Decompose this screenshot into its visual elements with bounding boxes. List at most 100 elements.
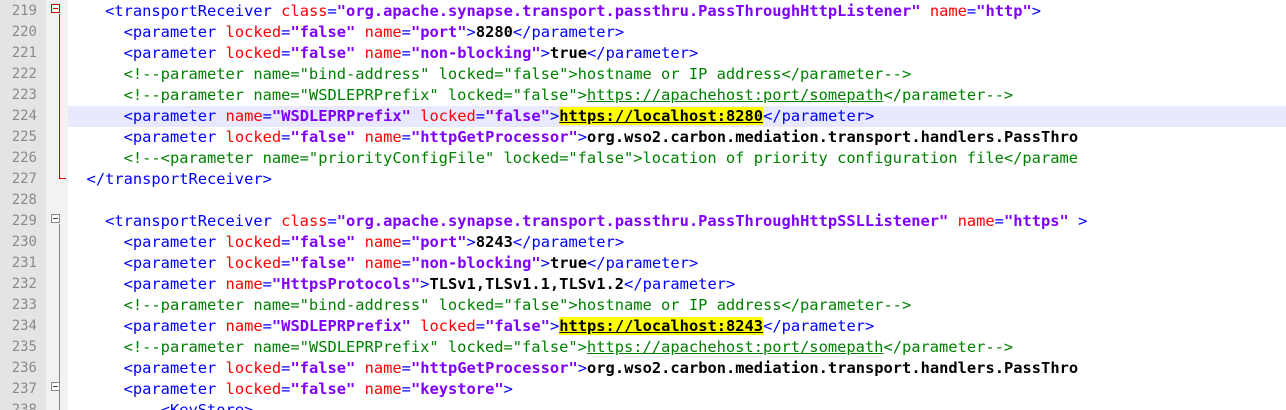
code-line[interactable]: 225 <parameter locked="false" name="http… [0,127,1286,148]
code-token: </parameter> [763,317,875,335]
line-number: 234 [11,318,37,334]
code-line[interactable]: 230 <parameter locked="false" name="port… [0,232,1286,253]
code-line[interactable]: 228 [0,190,1286,211]
code-token: "https" [1003,212,1069,230]
url-link[interactable]: https://apachehost:port/somepath [587,86,884,104]
code-text[interactable]: <!--parameter name="bind-address" locked… [68,64,1286,85]
line-number: 219 [11,3,37,19]
code-token: <!--parameter name="WSDLEPRPrefix" locke… [123,86,587,104]
code-line[interactable]: 232 <parameter name="HttpsProtocols">TLS… [0,274,1286,295]
code-text[interactable]: <parameter locked="false" name="port">82… [68,22,1286,43]
line-number: 233 [11,297,37,313]
code-token: "false" [290,23,356,41]
code-line[interactable]: 219 <transportReceiver class="org.apache… [0,1,1286,22]
code-token: <parameter [123,380,217,398]
code-text[interactable]: <!--<parameter name="priorityConfigFile"… [68,148,1286,169]
code-line[interactable]: 227 </transportReceiver> [0,169,1286,190]
code-text[interactable] [68,190,1286,211]
code-line[interactable]: 226 <!--<parameter name="priorityConfigF… [0,148,1286,169]
code-token: <parameter [123,128,217,146]
code-text[interactable]: <parameter name="WSDLEPRPrefix" locked="… [68,106,1286,127]
code-token: 8243 [475,233,513,251]
code-token: <!--parameter name="bind-address" locked… [123,65,912,83]
code-line[interactable]: 222 <!--parameter name="bind-address" lo… [0,64,1286,85]
code-token: = [401,44,411,62]
fold-guide-line [59,14,60,179]
code-text[interactable]: <KeyStore> [68,400,1286,410]
code-line[interactable]: 234 <parameter name="WSDLEPRPrefix" lock… [0,316,1286,337]
code-token: true [549,254,588,272]
code-token: </parameter> [624,275,736,293]
code-token: name [216,107,263,125]
code-line[interactable]: 233 <!--parameter name="bind-address" lo… [0,295,1286,316]
code-token: <parameter [123,254,217,272]
code-token: "false" [290,44,356,62]
code-token: class [271,212,328,230]
code-text[interactable]: </transportReceiver> [68,169,1286,190]
code-token: > [466,23,476,41]
code-token: "org.apache.synapse.transport.passthru.P… [336,2,921,20]
code-line[interactable]: 238 <KeyStore> [0,400,1286,410]
code-text[interactable]: <parameter locked="false" name="keystore… [68,379,1286,400]
code-text[interactable]: <parameter locked="false" name="non-bloc… [68,43,1286,64]
code-token: 8280 [475,23,513,41]
code-text[interactable]: <parameter name="WSDLEPRPrefix" locked="… [68,316,1286,337]
code-token: "port" [410,23,467,41]
code-token: name [355,44,402,62]
code-token: org.wso2.carbon.mediation.transport.hand… [587,128,1079,146]
code-text[interactable]: <parameter locked="false" name="httpGetP… [68,358,1286,379]
code-token: = [401,254,411,272]
line-number: 230 [11,234,37,250]
code-line[interactable]: 221 <parameter locked="false" name="non-… [0,43,1286,64]
code-text[interactable]: <parameter name="HttpsProtocols">TLSv1,T… [68,274,1286,295]
url-link[interactable]: https://apachehost:port/somepath [587,338,884,356]
url-link[interactable]: https://localhost:8280 [559,107,764,125]
code-text[interactable]: <!--parameter name="bind-address" locked… [68,295,1286,316]
code-token: "WSDLEPRPrefix" [271,317,411,335]
code-token: <parameter [123,359,217,377]
code-text[interactable]: <parameter locked="false" name="httpGetP… [68,127,1286,148]
fold-toggle-icon[interactable] [51,4,60,13]
code-token: "httpGetProcessor" [410,128,578,146]
url-link[interactable]: https://localhost:8243 [559,317,764,335]
code-text[interactable]: <!--parameter name="WSDLEPRPrefix" locke… [68,337,1286,358]
code-line[interactable]: 223 <!--parameter name="WSDLEPRPrefix" l… [0,85,1286,106]
code-token: class [271,2,328,20]
code-token: > [577,359,588,377]
code-line[interactable]: 236 <parameter locked="false" name="http… [0,358,1286,379]
code-token: <parameter [123,23,217,41]
code-token: > [540,254,550,272]
code-editor[interactable]: 219 <transportReceiver class="org.apache… [0,0,1286,410]
code-line[interactable]: 224 <parameter name="WSDLEPRPrefix" lock… [0,106,1286,127]
code-line[interactable]: 237 <parameter locked="false" name="keys… [0,379,1286,400]
code-line[interactable]: 235 <!--parameter name="WSDLEPRPrefix" l… [0,337,1286,358]
code-token: = [401,380,411,398]
line-number: 231 [11,255,37,271]
code-token: "keystore" [410,380,504,398]
code-token: = [475,317,486,335]
code-token: "false" [485,317,550,335]
code-text[interactable]: <transportReceiver class="org.apache.syn… [68,211,1286,232]
code-text[interactable]: <parameter locked="false" name="non-bloc… [68,253,1286,274]
line-number: 227 [11,171,37,187]
code-token: locked [216,128,282,146]
code-text[interactable]: <!--parameter name="WSDLEPRPrefix" locke… [68,85,1286,106]
code-token: "port" [410,233,467,251]
fold-toggle-icon[interactable] [51,214,60,223]
code-line[interactable]: 231 <parameter locked="false" name="non-… [0,253,1286,274]
code-token: < [105,2,115,20]
line-number: 235 [11,339,37,355]
code-token: "HttpsProtocols" [271,275,421,293]
code-token: name [355,23,402,41]
code-token: > [1068,212,1088,230]
line-number: 226 [11,150,37,166]
code-token: = [475,107,486,125]
code-token: = [401,359,411,377]
code-line[interactable]: 229 <transportReceiver class="org.apache… [0,211,1286,232]
code-text[interactable]: <parameter locked="false" name="port">82… [68,232,1286,253]
code-line[interactable]: 220 <parameter locked="false" name="port… [0,22,1286,43]
code-token: <parameter [123,317,217,335]
code-text[interactable]: <transportReceiver class="org.apache.syn… [68,1,1286,22]
line-number: 229 [11,213,37,229]
code-token: "non-blocking" [410,254,541,272]
